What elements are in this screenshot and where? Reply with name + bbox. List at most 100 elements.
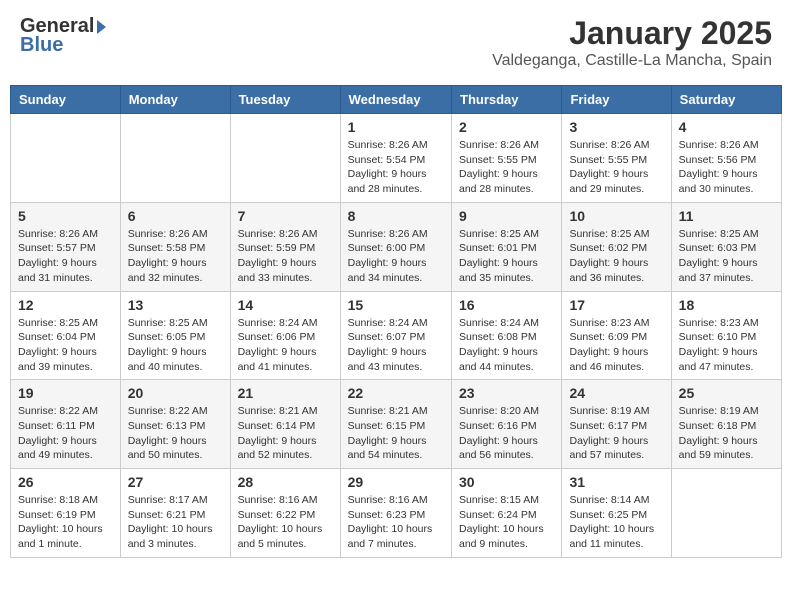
calendar-cell: 27 Sunrise: 8:17 AM Sunset: 6:21 PM Dayli… <box>120 469 230 558</box>
day-number: 3 <box>569 119 663 135</box>
day-number: 4 <box>679 119 774 135</box>
day-number: 24 <box>569 385 663 401</box>
calendar-cell: 19Sunrise: 8:22 AM Sunset: 6:11 PM Dayli… <box>11 380 121 469</box>
weekday-header: Monday <box>120 86 230 114</box>
day-info: Sunrise: 8:22 AM Sunset: 6:13 PM Dayligh… <box>128 404 223 463</box>
logo: General Blue <box>20 15 106 57</box>
day-number: 1 <box>348 119 444 135</box>
day-info: Sunrise: 8:24 AM Sunset: 6:08 PM Dayligh… <box>459 316 554 375</box>
day-info: Sunrise: 8:19 AM Sunset: 6:17 PM Dayligh… <box>569 404 663 463</box>
day-info: Sunrise: 8:23 AM Sunset: 6:10 PM Dayligh… <box>679 316 774 375</box>
calendar-cell: 6Sunrise: 8:26 AM Sunset: 5:58 PM Daylig… <box>120 202 230 291</box>
day-info: Sunrise: 8:25 AM Sunset: 6:04 PM Dayligh… <box>18 316 113 375</box>
calendar-cell: 20 Sunrise: 8:22 AM Sunset: 6:13 PM Dayli… <box>120 380 230 469</box>
calendar-cell: 10 Sunrise: 8:25 AM Sunset: 6:02 PM Dayli… <box>562 202 671 291</box>
calendar-week-row: 5 Sunrise: 8:26 AM Sunset: 5:57 PM Daylig… <box>11 202 782 291</box>
day-info: Sunrise: 8:25 AM Sunset: 6:03 PM Dayligh… <box>679 227 774 286</box>
day-number: 22 <box>348 385 444 401</box>
calendar-cell: 22 Sunrise: 8:21 AM Sunset: 6:15 PM Dayli… <box>340 380 451 469</box>
day-info: Sunrise: 8:14 AM Sunset: 6:25 PM Dayligh… <box>569 493 663 552</box>
calendar-week-row: 26Sunrise: 8:18 AM Sunset: 6:19 PM Dayli… <box>11 469 782 558</box>
calendar-cell: 15 Sunrise: 8:24 AM Sunset: 6:07 PM Dayli… <box>340 291 451 380</box>
calendar-cell: 17Sunrise: 8:23 AM Sunset: 6:09 PM Dayli… <box>562 291 671 380</box>
day-number: 9 <box>459 208 554 224</box>
calendar-cell: 2Sunrise: 8:26 AM Sunset: 5:55 PM Daylig… <box>452 114 562 203</box>
calendar-cell <box>230 114 340 203</box>
calendar-cell: 7Sunrise: 8:26 AM Sunset: 5:59 PM Daylig… <box>230 202 340 291</box>
calendar: SundayMondayTuesdayWednesdayThursdayFrid… <box>10 85 782 558</box>
day-number: 28 <box>238 474 333 490</box>
calendar-cell <box>120 114 230 203</box>
day-info: Sunrise: 8:24 AM Sunset: 6:07 PM Dayligh… <box>348 316 444 375</box>
calendar-cell: 3 Sunrise: 8:26 AM Sunset: 5:55 PM Daylig… <box>562 114 671 203</box>
month-title: January 2025 <box>492 15 772 52</box>
location-title: Valdeganga, Castille-La Mancha, Spain <box>492 52 772 70</box>
weekday-header: Thursday <box>452 86 562 114</box>
calendar-cell: 4 Sunrise: 8:26 AM Sunset: 5:56 PM Daylig… <box>671 114 781 203</box>
weekday-header: Tuesday <box>230 86 340 114</box>
calendar-cell: 9 Sunrise: 8:25 AM Sunset: 6:01 PM Daylig… <box>452 202 562 291</box>
day-number: 18 <box>679 297 774 313</box>
day-info: Sunrise: 8:25 AM Sunset: 6:05 PM Dayligh… <box>128 316 223 375</box>
calendar-cell <box>11 114 121 203</box>
calendar-cell <box>671 469 781 558</box>
day-number: 5 <box>18 208 113 224</box>
day-number: 11 <box>679 208 774 224</box>
day-number: 30 <box>459 474 554 490</box>
calendar-cell: 23 Sunrise: 8:20 AM Sunset: 6:16 PM Dayli… <box>452 380 562 469</box>
weekday-header: Wednesday <box>340 86 451 114</box>
weekday-header: Saturday <box>671 86 781 114</box>
calendar-week-row: 1 Sunrise: 8:26 AM Sunset: 5:54 PM Daylig… <box>11 114 782 203</box>
day-number: 21 <box>238 385 333 401</box>
calendar-cell: 1 Sunrise: 8:26 AM Sunset: 5:54 PM Daylig… <box>340 114 451 203</box>
day-info: Sunrise: 8:18 AM Sunset: 6:19 PM Dayligh… <box>18 493 113 552</box>
calendar-cell: 13 Sunrise: 8:25 AM Sunset: 6:05 PM Dayli… <box>120 291 230 380</box>
calendar-cell: 21 Sunrise: 8:21 AM Sunset: 6:14 PM Dayli… <box>230 380 340 469</box>
day-info: Sunrise: 8:15 AM Sunset: 6:24 PM Dayligh… <box>459 493 554 552</box>
day-number: 25 <box>679 385 774 401</box>
day-info: Sunrise: 8:20 AM Sunset: 6:16 PM Dayligh… <box>459 404 554 463</box>
day-number: 12 <box>18 297 113 313</box>
day-info: Sunrise: 8:26 AM Sunset: 5:54 PM Dayligh… <box>348 138 444 197</box>
calendar-cell: 30 Sunrise: 8:15 AM Sunset: 6:24 PM Dayli… <box>452 469 562 558</box>
day-number: 16 <box>459 297 554 313</box>
calendar-cell: 26Sunrise: 8:18 AM Sunset: 6:19 PM Dayli… <box>11 469 121 558</box>
calendar-cell: 16 Sunrise: 8:24 AM Sunset: 6:08 PM Dayli… <box>452 291 562 380</box>
calendar-cell: 28 Sunrise: 8:16 AM Sunset: 6:22 PM Dayli… <box>230 469 340 558</box>
day-number: 10 <box>569 208 663 224</box>
calendar-cell: 31 Sunrise: 8:14 AM Sunset: 6:25 PM Dayli… <box>562 469 671 558</box>
day-number: 31 <box>569 474 663 490</box>
day-info: Sunrise: 8:16 AM Sunset: 6:22 PM Dayligh… <box>238 493 333 552</box>
day-number: 23 <box>459 385 554 401</box>
day-number: 20 <box>128 385 223 401</box>
calendar-cell: 29Sunrise: 8:16 AM Sunset: 6:23 PM Dayli… <box>340 469 451 558</box>
day-number: 15 <box>348 297 444 313</box>
calendar-week-row: 19Sunrise: 8:22 AM Sunset: 6:11 PM Dayli… <box>11 380 782 469</box>
day-info: Sunrise: 8:25 AM Sunset: 6:02 PM Dayligh… <box>569 227 663 286</box>
day-info: Sunrise: 8:21 AM Sunset: 6:14 PM Dayligh… <box>238 404 333 463</box>
day-number: 14 <box>238 297 333 313</box>
calendar-cell: 12 Sunrise: 8:25 AM Sunset: 6:04 PM Dayli… <box>11 291 121 380</box>
weekday-header: Friday <box>562 86 671 114</box>
day-info: Sunrise: 8:26 AM Sunset: 5:56 PM Dayligh… <box>679 138 774 197</box>
day-number: 6 <box>128 208 223 224</box>
calendar-cell: 14 Sunrise: 8:24 AM Sunset: 6:06 PM Dayli… <box>230 291 340 380</box>
calendar-cell: 11 Sunrise: 8:25 AM Sunset: 6:03 PM Dayli… <box>671 202 781 291</box>
day-number: 29 <box>348 474 444 490</box>
day-info: Sunrise: 8:21 AM Sunset: 6:15 PM Dayligh… <box>348 404 444 463</box>
title-area: January 2025 Valdeganga, Castille-La Man… <box>492 15 772 70</box>
day-info: Sunrise: 8:24 AM Sunset: 6:06 PM Dayligh… <box>238 316 333 375</box>
day-number: 8 <box>348 208 444 224</box>
calendar-cell: 24 Sunrise: 8:19 AM Sunset: 6:17 PM Dayli… <box>562 380 671 469</box>
day-info: Sunrise: 8:25 AM Sunset: 6:01 PM Dayligh… <box>459 227 554 286</box>
header: General Blue January 2025 Valdeganga, Ca… <box>10 10 782 75</box>
day-info: Sunrise: 8:19 AM Sunset: 6:18 PM Dayligh… <box>679 404 774 463</box>
day-number: 13 <box>128 297 223 313</box>
day-info: Sunrise: 8:26 AM Sunset: 5:57 PM Dayligh… <box>18 227 113 286</box>
day-number: 27 <box>128 474 223 490</box>
day-info: Sunrise: 8:26 AM Sunset: 5:55 PM Dayligh… <box>569 138 663 197</box>
day-info: Sunrise: 8:23 AM Sunset: 6:09 PM Dayligh… <box>569 316 663 375</box>
logo-blue: Blue <box>20 34 63 57</box>
day-info: Sunrise: 8:26 AM Sunset: 6:00 PM Dayligh… <box>348 227 444 286</box>
day-info: Sunrise: 8:17 AM Sunset: 6:21 PM Dayligh… <box>128 493 223 552</box>
